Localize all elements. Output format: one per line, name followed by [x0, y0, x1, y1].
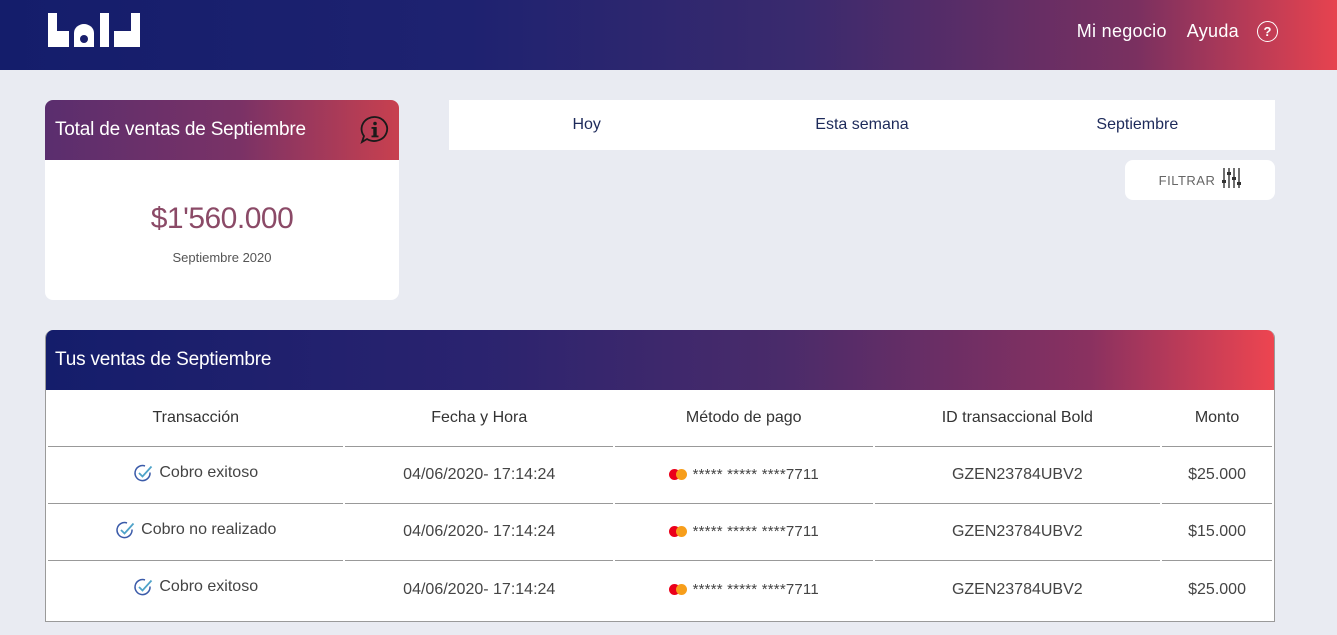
total-sales-card-header: Total de ventas de Septiembre — [45, 100, 399, 160]
filter-button[interactable]: FILTRAR — [1125, 160, 1275, 200]
sales-table-title: Tus ventas de Septiembre — [55, 349, 272, 370]
sales-table: Transacción Fecha y Hora Método de pago … — [46, 390, 1274, 618]
cell-status: Cobro no realizado — [48, 504, 344, 561]
bold-logo-mark — [48, 13, 140, 47]
top-header: Mi negocio Ayuda ? — [0, 0, 1337, 70]
total-sales-title: Total de ventas de Septiembre — [55, 119, 306, 140]
status-text: Cobro exitoso — [159, 463, 259, 481]
nav-ayuda[interactable]: Ayuda — [1187, 21, 1239, 42]
table-row[interactable]: Cobro exitoso 04/06/2020- 17:14:24 *****… — [48, 447, 1272, 504]
card-number: ***** ***** ****7711 — [692, 466, 819, 483]
status-text: Cobro exitoso — [159, 578, 259, 595]
card-number: ***** ***** ****7711 — [692, 523, 819, 540]
cell-datetime: 04/06/2020- 17:14:24 — [345, 447, 614, 504]
col-transaccion: Transacción — [48, 390, 344, 447]
status-text: Cobro no realizado — [141, 520, 277, 538]
cell-transaction-id: GZEN23784UBV2 — [951, 580, 1083, 598]
cell-status: Cobro exitoso — [48, 561, 343, 618]
info-chat-icon[interactable] — [359, 114, 391, 146]
sales-table-panel: Tus ventas de Septiembre Transacción Fec… — [45, 330, 1275, 622]
cell-transaction-id: GZEN23784UBV2 — [874, 447, 1161, 504]
col-metodo-pago: Método de pago — [615, 390, 873, 447]
period-tabs: Hoy Esta semana Septiembre — [449, 100, 1275, 150]
filter-label: FILTRAR — [1158, 172, 1216, 188]
cell-datetime: 04/06/2020- 17:14:24 — [403, 580, 556, 598]
check-circle-icon — [116, 521, 135, 538]
cell-payment-method: ***** ***** ****7711 — [615, 561, 872, 618]
col-monto: Monto — [1162, 390, 1272, 447]
check-circle-icon — [134, 464, 153, 481]
mastercard-icon — [668, 526, 687, 538]
table-header-row: Transacción Fecha y Hora Método de pago … — [48, 390, 1272, 447]
cell-payment-method: ***** ***** ****7711 — [615, 447, 873, 504]
cell-payment-method: ***** ***** ****7711 — [615, 504, 873, 561]
total-sales-period: Septiembre 2020 — [172, 250, 272, 265]
cell-transaction-id: GZEN23784UBV2 — [874, 504, 1161, 561]
sliders-icon — [1221, 167, 1242, 194]
mastercard-icon — [668, 583, 687, 595]
help-icon[interactable]: ? — [1257, 20, 1278, 42]
sales-table-header: Tus ventas de Septiembre — [46, 330, 1274, 390]
bold-logo[interactable] — [48, 10, 148, 50]
cell-amount: $25.000 — [1188, 580, 1246, 598]
col-fecha-hora: Fecha y Hora — [345, 390, 614, 447]
nav-mi-negocio[interactable]: Mi negocio — [1077, 21, 1167, 42]
cell-datetime: 04/06/2020- 17:14:24 — [345, 504, 614, 561]
table-row[interactable]: Cobro no realizado 04/06/2020- 17:14:24 … — [48, 504, 1272, 561]
card-number: ***** ***** ****7711 — [692, 580, 819, 598]
cell-amount: $25.000 — [1162, 447, 1272, 504]
tab-hoy[interactable]: Hoy — [449, 116, 724, 134]
cell-status: Cobro exitoso — [48, 447, 344, 504]
table-row[interactable]: Cobro exitoso 04/06/2020- 17:14:24 *****… — [48, 561, 1272, 618]
tab-esta-semana[interactable]: Esta semana — [724, 116, 999, 134]
total-sales-card: Total de ventas de Septiembre $1'560.000… — [45, 100, 399, 300]
total-sales-amount: $1'560.000 — [150, 202, 294, 235]
check-circle-icon — [134, 578, 153, 596]
header-nav: Mi negocio Ayuda ? — [1077, 0, 1337, 62]
cell-amount: $15.000 — [1162, 504, 1272, 561]
col-id-transaccional: ID transaccional Bold — [874, 390, 1161, 447]
mastercard-icon — [668, 469, 687, 481]
tab-septiembre[interactable]: Septiembre — [1000, 116, 1275, 134]
